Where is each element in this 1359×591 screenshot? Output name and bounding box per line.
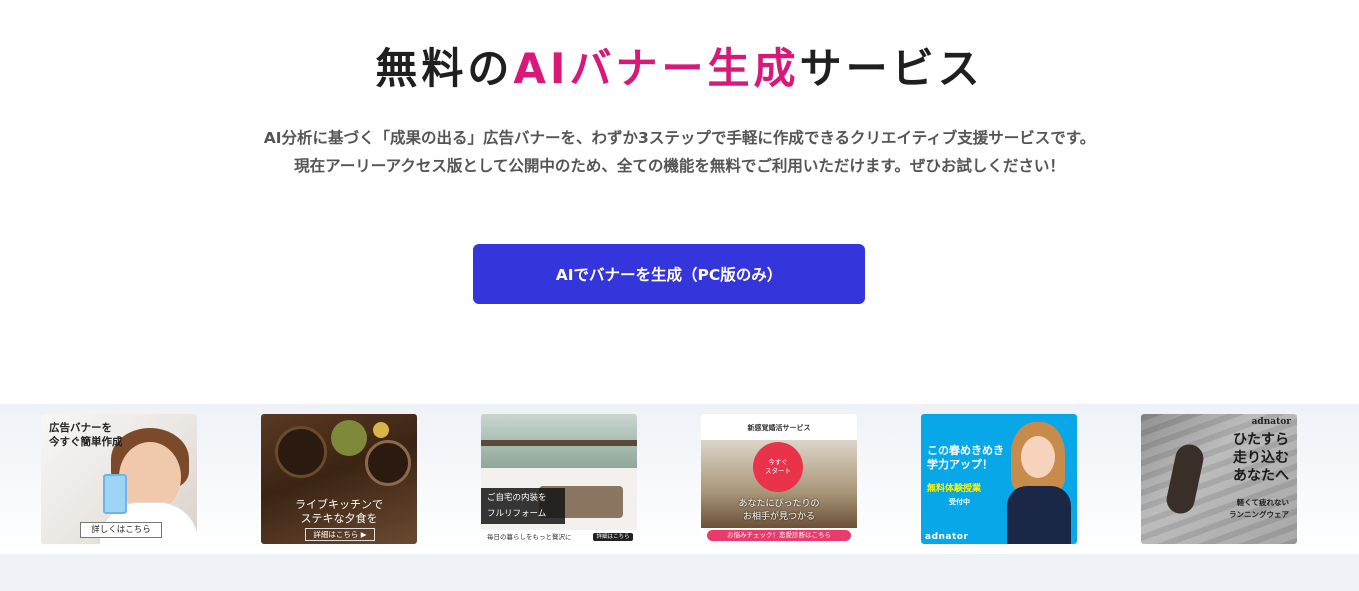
banner-line-2: 走り込む xyxy=(1233,450,1289,466)
banner-line-1: この春めきめき xyxy=(927,444,1004,457)
start-circle: 今すぐ スタート xyxy=(753,442,803,492)
description: AI分析に基づく「成果の出る」広告バナーを、わずか3ステップで手軽に作成できるク… xyxy=(0,124,1359,180)
banner-offer: 無料体験授業 xyxy=(927,484,982,494)
banner-footer: 毎日の暮らしをもっと贅沢に 詳細はこちら xyxy=(481,530,637,544)
description-line-1: AI分析に基づく「成果の出る」広告バナーを、わずか3ステップで手軽に作成できるク… xyxy=(263,129,1096,147)
description-line-2: 現在アーリーアクセス版として公開中のため、全ての機能を無料でご利用いただけます。… xyxy=(294,157,1065,175)
banner-sample-tutoring[interactable]: この春めきめき 学力アップ！ 無料体験授業 受付中 adnator xyxy=(921,414,1077,544)
banner-details-button: 詳細はこちら xyxy=(593,533,633,541)
banner-offer-sub: 受付中 xyxy=(949,498,970,506)
banner-line-1: 広告バナーを xyxy=(49,422,112,434)
banner-sample-running[interactable]: adnator ひたすら 走り込む あなたへ 軽くて疲れない ランニングウェア xyxy=(1141,414,1297,544)
banner-line-3: あなたへ xyxy=(1233,468,1289,484)
smartphone-icon xyxy=(103,474,127,514)
student-figure xyxy=(1005,422,1071,544)
banner-line-2: ステキな夕食を xyxy=(300,512,378,525)
generate-banner-button[interactable]: AIでバナーを生成（PC版のみ） xyxy=(473,244,865,304)
banner-sample-ad-creation[interactable]: 広告バナーを 今すぐ簡単作成 詳しくはこちら xyxy=(41,414,197,544)
title-prefix: 無料の xyxy=(375,44,514,93)
banner-gallery: 広告バナーを 今すぐ簡単作成 詳しくはこちら ライブキッチンで ステキな夕食を … xyxy=(0,404,1359,554)
banner-message: あなたにぴったりの お相手が見つかる xyxy=(701,498,857,524)
circle-line-1: 今すぐ xyxy=(768,458,788,466)
brand-logo: adnator xyxy=(925,532,969,542)
banner-details-button: 詳細はこちら ▶ xyxy=(305,528,375,541)
plate-shape xyxy=(275,426,327,478)
banner-footer-text: 毎日の暮らしをもっと贅沢に xyxy=(487,533,572,541)
plate-shape xyxy=(365,440,411,486)
footer-band xyxy=(0,554,1359,591)
banner-line-1: あなたにぴったりの xyxy=(738,499,820,509)
student-face xyxy=(1021,436,1055,478)
banner-line-2: 今すぐ簡単作成 xyxy=(49,436,123,448)
title-suffix: サービス xyxy=(799,44,984,93)
title-accent: AIバナー生成 xyxy=(513,44,800,93)
banner-line-1: ご自宅の内装を xyxy=(487,493,547,503)
banner-sample-matchmaking[interactable]: 新感覚婚活サービス 今すぐ スタート あなたにぴったりの お相手が見つかる お悩… xyxy=(701,414,857,544)
hero-section: 無料のAIバナー生成サービス AI分析に基づく「成果の出る」広告バナーを、わずか… xyxy=(0,0,1359,404)
banner-sub-1: 軽くて疲れない xyxy=(1236,498,1289,507)
banner-check-button: お悩みチェック！恋愛診断はこちら xyxy=(707,530,851,541)
page-title: 無料のAIバナー生成サービス xyxy=(0,40,1359,98)
banner-headline: 新感覚婚活サービス xyxy=(747,424,811,432)
student-uniform xyxy=(1007,486,1071,544)
greens-shape xyxy=(331,420,367,456)
banner-details-button: 詳しくはこちら xyxy=(80,522,162,538)
brand-logo: adnator xyxy=(1251,417,1291,427)
banner-sample-renovation[interactable]: ご自宅の内装を フルリフォーム 毎日の暮らしをもっと贅沢に 詳細はこちら xyxy=(481,414,637,544)
banner-sample-kitchen[interactable]: ライブキッチンで ステキな夕食を 詳細はこちら ▶ xyxy=(261,414,417,544)
banner-caption: ご自宅の内装を フルリフォーム xyxy=(481,488,565,524)
beam-shape xyxy=(481,440,637,446)
banner-line-2: 学力アップ！ xyxy=(927,458,993,471)
banner-sub-2: ランニングウェア xyxy=(1229,510,1289,519)
banner-line-1: ライブキッチンで xyxy=(295,498,383,511)
banner-line-1: ひたすら xyxy=(1233,432,1289,448)
circle-line-2: スタート xyxy=(765,467,791,475)
banner-line-2: フルリフォーム xyxy=(487,509,547,519)
banner-line-2: お相手が見つかる xyxy=(742,512,815,522)
fruit-shape xyxy=(373,422,389,438)
